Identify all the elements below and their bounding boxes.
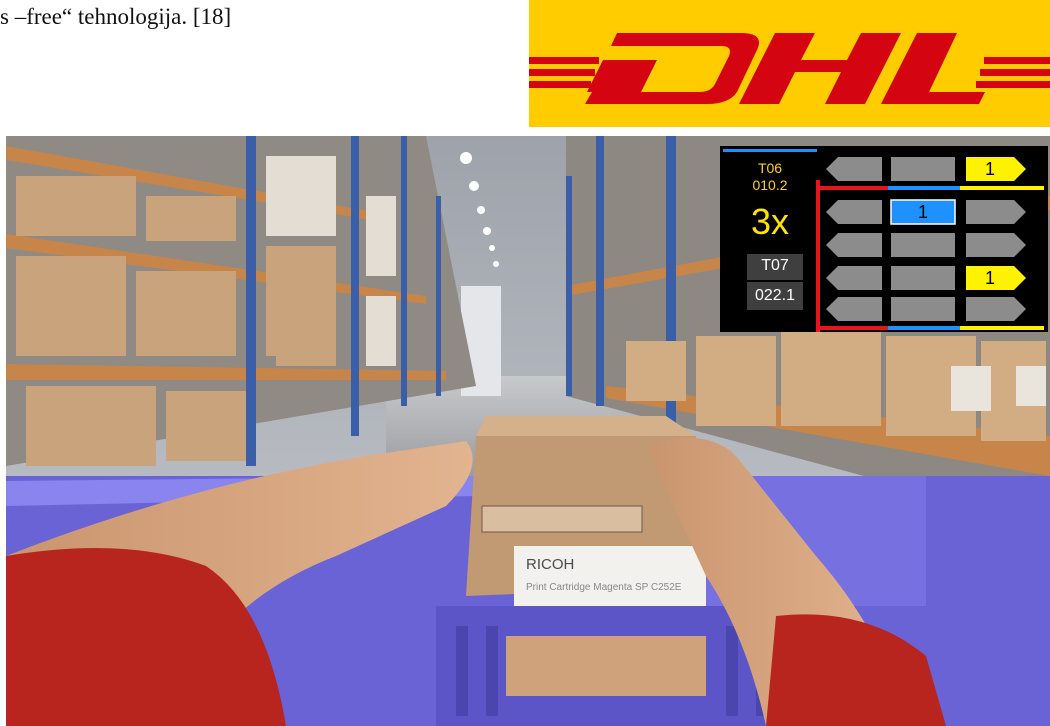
- slot-r3-c2: [891, 233, 955, 257]
- slot-r4-c1: [826, 266, 882, 290]
- pick-by-vision-display: T06 010.2 3x T07 022.1 1 1 1: [720, 146, 1048, 332]
- slot-r2-c2-count: 1: [917, 202, 928, 222]
- slot-r5-c1: [826, 297, 882, 321]
- slot-r3-c1: [826, 233, 882, 257]
- slot-r3-c3: [966, 233, 1026, 257]
- slot-r4-c3-count: 1: [984, 268, 995, 288]
- caption-text: s –free“ tehnologija. [18]: [0, 4, 232, 29]
- slot-r1-c1: [826, 157, 882, 181]
- slot-r2-c1: [826, 200, 882, 224]
- slot-r5-c2: [891, 297, 955, 321]
- slot-r1-c3-count: 1: [984, 159, 995, 179]
- slot-r2-c3: [966, 200, 1026, 224]
- slot-r4-c2: [891, 266, 955, 290]
- box-product-label: Print Cartridge Magenta SP C252E: [526, 582, 682, 593]
- box-brand-label: RICOH: [526, 556, 574, 573]
- slot-r5-c3: [966, 297, 1026, 321]
- dhl-logo: [529, 0, 1050, 127]
- slot-r1-c2: [891, 157, 955, 181]
